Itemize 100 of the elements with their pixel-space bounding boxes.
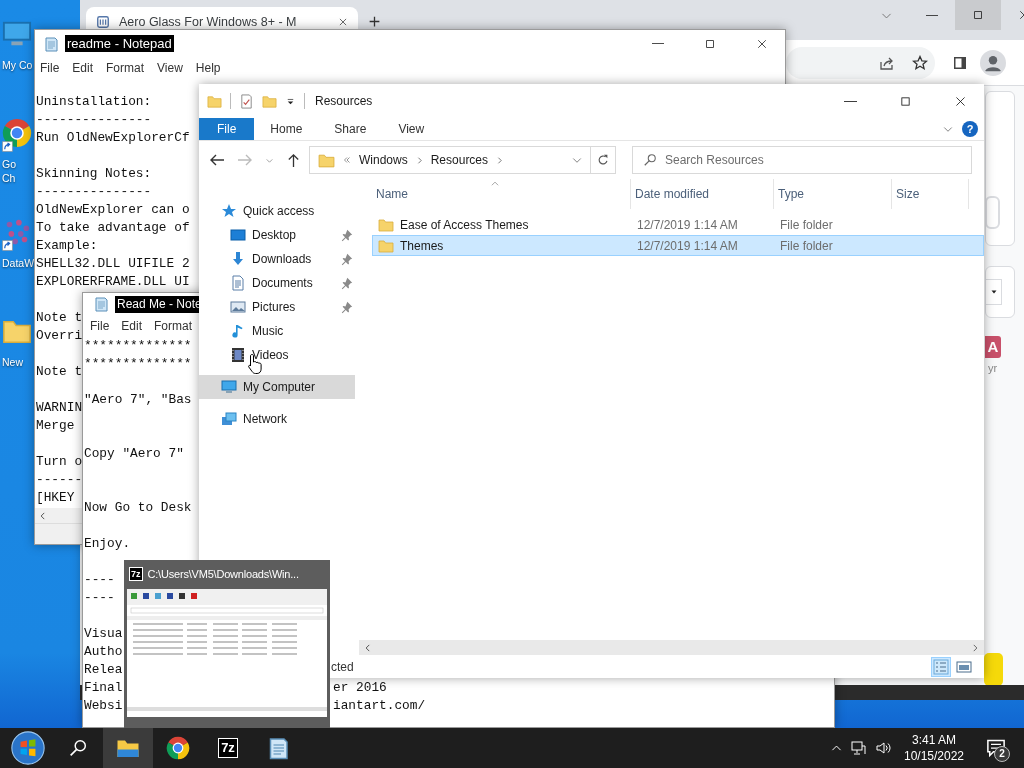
bookmark-star-icon[interactable] xyxy=(912,54,928,71)
menu-item[interactable]: Format xyxy=(154,319,193,333)
nav-item[interactable]: Downloads xyxy=(199,247,355,271)
menu-item[interactable]: Format xyxy=(106,61,145,75)
search-box[interactable]: Search Resources xyxy=(632,146,972,174)
column-header[interactable]: Name xyxy=(372,179,631,209)
help-button[interactable]: ? xyxy=(962,121,978,137)
taskbar-button[interactable] xyxy=(103,728,153,768)
nav-item[interactable]: Videos xyxy=(199,343,355,367)
scroll-right-icon[interactable] xyxy=(970,642,980,653)
star-icon xyxy=(221,203,237,219)
pin-icon[interactable] xyxy=(340,300,353,314)
nav-item[interactable]: Desktop xyxy=(199,223,355,247)
document-icon xyxy=(230,275,246,291)
icon-label[interactable]: My Co xyxy=(0,58,33,72)
table-cell-text: File folder xyxy=(779,237,834,255)
nav-item[interactable]: Music xyxy=(199,319,355,343)
nav-item[interactable]: Network xyxy=(199,407,355,431)
column-header[interactable]: Size xyxy=(892,179,969,209)
clock-time[interactable]: 3:41 AM xyxy=(899,732,969,748)
properties-icon[interactable] xyxy=(239,93,254,109)
close-icon[interactable] xyxy=(338,17,348,27)
menu-item[interactable]: Help xyxy=(195,61,221,75)
minimize-icon xyxy=(926,14,938,16)
column-header[interactable]: Type xyxy=(774,179,892,209)
clock-date[interactable]: 10/15/2022 xyxy=(899,748,969,764)
chevron-right-icon[interactable] xyxy=(495,155,505,165)
pin-icon[interactable] xyxy=(340,252,353,266)
text-line: [HKEY xyxy=(36,489,75,507)
column-header[interactable]: Date modified xyxy=(631,179,774,209)
nav-item[interactable]: Quick access xyxy=(199,199,355,223)
search-field[interactable]: Search Resources xyxy=(665,153,945,167)
count-badge: 2 xyxy=(994,746,1010,762)
browser-logo-icon[interactable] xyxy=(2,118,32,148)
scroll-left-icon[interactable] xyxy=(38,510,48,521)
table-cell: Ease of Access Themes xyxy=(400,217,529,232)
details-view-icon xyxy=(933,658,949,675)
text-line: Enjoy. xyxy=(84,535,131,553)
menu-item[interactable]: File xyxy=(90,319,110,333)
text-line: Autho xyxy=(84,643,123,661)
text-line: "Aero 7", "Bas xyxy=(84,391,192,409)
breadcrumb-item[interactable]: Resources xyxy=(430,153,489,167)
text-line: Merge xyxy=(36,417,75,435)
table-cell-text: 12/7/2019 1:14 AM xyxy=(636,216,739,234)
breadcrumb-item[interactable]: Windows xyxy=(359,153,408,167)
back-arrow-icon[interactable] xyxy=(209,152,225,168)
file-row[interactable]: Ease of Access Themes 12/7/2019 1:14 AM File folder xyxy=(372,214,984,235)
table-cell: Themes xyxy=(400,238,444,253)
ribbon-tab[interactable]: File xyxy=(199,118,255,140)
network-icon xyxy=(221,411,237,427)
preview-view-icon xyxy=(956,658,972,675)
menu-item[interactable]: File xyxy=(40,61,60,75)
video-icon xyxy=(230,347,246,363)
dropdown-field[interactable] xyxy=(985,279,1002,305)
text-line: ---- xyxy=(84,589,115,607)
action-button[interactable] xyxy=(984,653,1003,686)
file-row[interactable]: Themes 12/7/2019 1:14 AM File folder xyxy=(372,235,984,256)
pin-icon[interactable] xyxy=(340,228,353,242)
ribbon-tab[interactable]: Home xyxy=(254,118,319,140)
close-icon xyxy=(954,94,967,108)
forward-arrow-icon[interactable] xyxy=(237,152,253,168)
pin-icon[interactable] xyxy=(340,276,353,290)
menu-item[interactable]: Edit xyxy=(72,61,94,75)
menu-item[interactable]: View xyxy=(157,61,183,75)
new-tab-icon[interactable] xyxy=(368,15,381,28)
text-line: To take advantage of xyxy=(36,219,190,237)
nav-item[interactable]: Documents xyxy=(199,271,355,295)
profile-avatar-icon[interactable] xyxy=(980,49,1006,76)
computer-icon xyxy=(221,379,237,395)
refresh-icon xyxy=(596,153,610,167)
up-arrow-icon[interactable] xyxy=(286,152,301,168)
text-line: ------ xyxy=(36,471,83,489)
text-line: Skinning Notes: xyxy=(36,165,152,183)
notification-button[interactable]: 2 xyxy=(977,728,1015,768)
text-line: Run OldNewExplorerCf xyxy=(36,129,190,147)
text-line: Now Go to Desk xyxy=(84,499,192,517)
ribbon-tab[interactable]: View xyxy=(382,118,441,140)
side-panel-icon[interactable] xyxy=(952,54,968,71)
ribbon-tab[interactable]: Share xyxy=(318,118,383,140)
text-line: OldNewExplorer can o xyxy=(36,201,190,219)
browser-tab[interactable]: Aero Glass For Windows 8+ - M xyxy=(86,7,358,29)
address-bar[interactable]: Windows Resources xyxy=(309,146,616,174)
table-cell-text: File folder xyxy=(779,216,834,234)
browser-logo-icon xyxy=(166,736,190,760)
input-field[interactable] xyxy=(985,196,1000,229)
volume-icon[interactable] xyxy=(875,740,891,756)
menu-item[interactable]: Edit xyxy=(121,319,143,333)
view-button[interactable] xyxy=(931,656,951,677)
text-line: --------------- xyxy=(36,183,152,201)
network-icon[interactable] xyxy=(851,740,867,756)
text-line: SHELL32.DLL UIFILE 2 xyxy=(36,255,190,273)
icon-label[interactable]: DataW xyxy=(0,256,35,270)
text-line: EXPLORERFRAME.DLL UI xyxy=(36,273,190,291)
scroll-left-icon[interactable] xyxy=(363,642,373,653)
icon-label[interactable]: Go Ch xyxy=(0,157,16,185)
status-text: cted xyxy=(331,659,354,674)
search-icon xyxy=(69,739,87,757)
icon-label[interactable]: New xyxy=(0,355,23,369)
taskbar-button[interactable]: 7z xyxy=(203,728,253,768)
nav-item[interactable]: My Computer xyxy=(199,375,355,399)
